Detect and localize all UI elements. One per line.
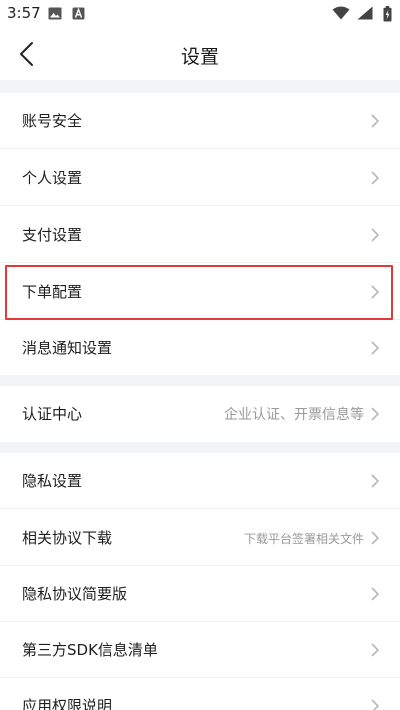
signal-icon [357,6,373,20]
settings-row-payment[interactable]: 支付设置 [0,207,400,263]
page-title: 设置 [180,46,219,68]
chevron-right-icon [371,699,380,710]
gallery-notification-icon [48,7,62,20]
row-value: 下载平台签署相关文件 [243,532,364,546]
settings-row-privacy[interactable]: 隐私设置 [0,453,400,509]
status-bar: 3:57 [0,0,400,28]
row-label: 支付设置 [22,226,83,244]
chevron-right-icon [371,285,380,299]
section-gap [0,442,400,453]
section-gap [0,80,400,93]
row-label: 账号安全 [22,112,83,130]
chevron-right-icon [371,474,380,488]
chevron-right-icon [371,228,380,242]
section-gap [0,375,400,386]
row-divider [0,262,400,263]
row-label: 下单配置 [22,283,83,301]
settings-row-notifications[interactable]: 消息通知设置 [0,320,400,375]
row-divider [0,148,400,149]
battery-charging-icon [383,6,392,22]
nav-bar: 设置 [0,28,400,80]
chevron-right-icon [371,643,380,657]
settings-row-agreement-download[interactable]: 相关协议下载 下载平台签署相关文件 [0,510,400,566]
row-label: 隐私设置 [22,472,83,490]
row-divider [0,508,400,509]
chevron-right-icon [371,587,380,601]
chevron-right-icon [371,171,380,185]
settings-row-privacy-summary[interactable]: 隐私协议简要版 [0,566,400,622]
row-label: 个人设置 [22,169,83,187]
chevron-right-icon [371,531,380,545]
wifi-icon [332,6,350,20]
settings-row-third-party-sdk[interactable]: 第三方SDK信息清单 [0,622,400,678]
status-time: 3:57 [7,4,41,22]
row-value: 企业认证、开票信息等 [224,407,364,423]
row-label: 消息通知设置 [22,339,113,357]
settings-row-order-config[interactable]: 下单配置 [0,264,400,320]
settings-row-personal[interactable]: 个人设置 [0,150,400,206]
chevron-right-icon [371,341,380,355]
chevron-right-icon [371,407,380,421]
row-label: 认证中心 [22,405,83,423]
row-label: 隐私协议简要版 [22,585,128,603]
settings-row-app-permissions[interactable]: 应用权限说明 [0,678,400,710]
chevron-right-icon [371,114,380,128]
settings-row-account-security[interactable]: 账号安全 [0,93,400,149]
settings-row-certification[interactable]: 认证中心 企业认证、开票信息等 [0,386,400,442]
row-label: 相关协议下载 [22,529,113,547]
app-notification-icon [72,7,85,20]
row-divider [0,205,400,206]
row-label: 应用权限说明 [22,697,113,710]
row-label: 第三方SDK信息清单 [22,641,158,659]
